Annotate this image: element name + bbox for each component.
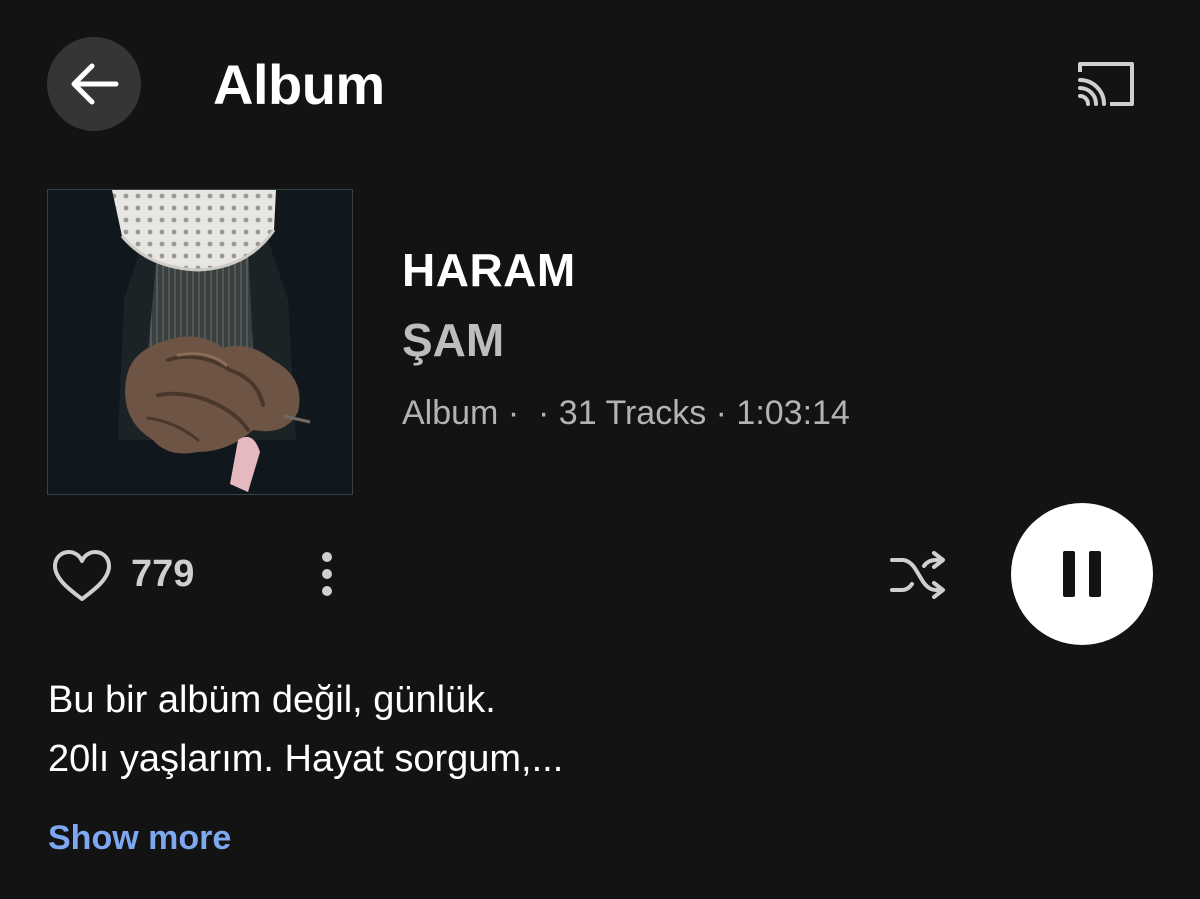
description-line-1: Bu bir albüm değil, günlük. bbox=[48, 679, 496, 721]
description-line-2: 20lı yaşlarım. Hayat sorgum,... bbox=[48, 738, 564, 780]
more-options-button[interactable] bbox=[307, 548, 347, 600]
album-meta: Album · · 31 Tracks · 1:03:14 bbox=[402, 394, 850, 432]
shuffle-button[interactable] bbox=[884, 545, 952, 605]
back-button[interactable] bbox=[47, 37, 141, 131]
artist-name-link[interactable]: ŞAM bbox=[402, 313, 504, 367]
cast-icon bbox=[1078, 62, 1134, 106]
page-title: Album bbox=[213, 53, 385, 116]
like-count: 779 bbox=[131, 553, 195, 595]
show-more-link[interactable]: Show more bbox=[48, 817, 231, 859]
pause-button[interactable] bbox=[1011, 503, 1153, 645]
album-title: HARAM bbox=[402, 244, 576, 296]
like-button[interactable] bbox=[50, 548, 114, 604]
album-cover bbox=[47, 189, 353, 495]
more-vertical-icon bbox=[322, 552, 332, 596]
album-cover-art bbox=[48, 190, 352, 494]
cast-button[interactable] bbox=[1070, 54, 1140, 114]
pause-icon bbox=[1063, 551, 1101, 597]
album-screen: Album HARAM ŞAM Album · · 31 Tracks · 1:… bbox=[0, 0, 1200, 899]
shuffle-icon bbox=[890, 551, 945, 599]
heart-outline-icon bbox=[53, 550, 111, 601]
arrow-left-icon bbox=[71, 63, 119, 105]
